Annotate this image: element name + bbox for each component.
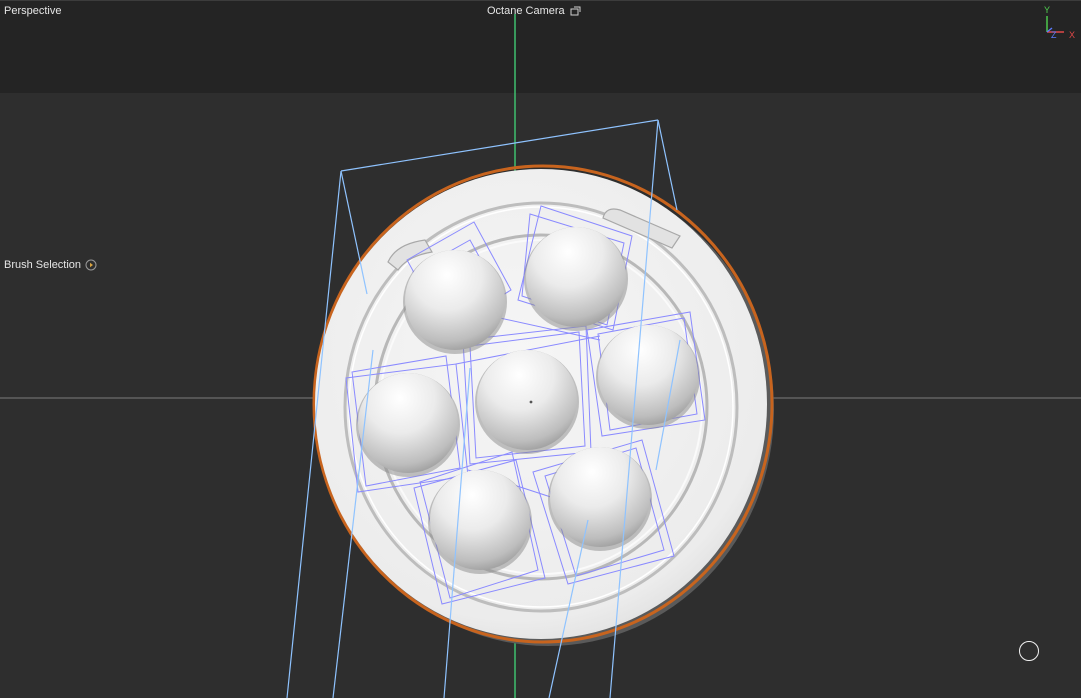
gizmo-y-label: Y (1044, 5, 1051, 15)
sphere-6 (430, 470, 530, 570)
sphere-7 (550, 447, 650, 547)
object-pivot-dot (529, 400, 533, 404)
sphere-2 (526, 227, 626, 327)
sphere-4 (358, 373, 458, 473)
axis-gizmo[interactable]: Y Z X (1040, 4, 1078, 42)
camera-selector[interactable]: Octane Camera (487, 4, 582, 18)
camera-link-icon[interactable] (570, 5, 582, 17)
camera-name-label: Octane Camera (487, 5, 565, 17)
active-tool-indicator[interactable]: Brush Selection (4, 258, 97, 272)
gizmo-x-label: X (1069, 30, 1076, 40)
sphere-1 (405, 250, 505, 350)
active-tool-label: Brush Selection (4, 259, 82, 271)
scene-canvas[interactable] (0, 0, 1081, 698)
play-circle-icon[interactable] (85, 259, 97, 271)
brush-cursor-icon (1019, 641, 1039, 661)
sphere-3 (598, 325, 698, 425)
sphere-5 (477, 350, 577, 450)
view-name-label[interactable]: Perspective (4, 4, 61, 18)
3d-viewport[interactable]: Perspective Octane Camera Brush Selectio… (0, 0, 1081, 698)
gizmo-z-label: Z (1051, 30, 1057, 40)
